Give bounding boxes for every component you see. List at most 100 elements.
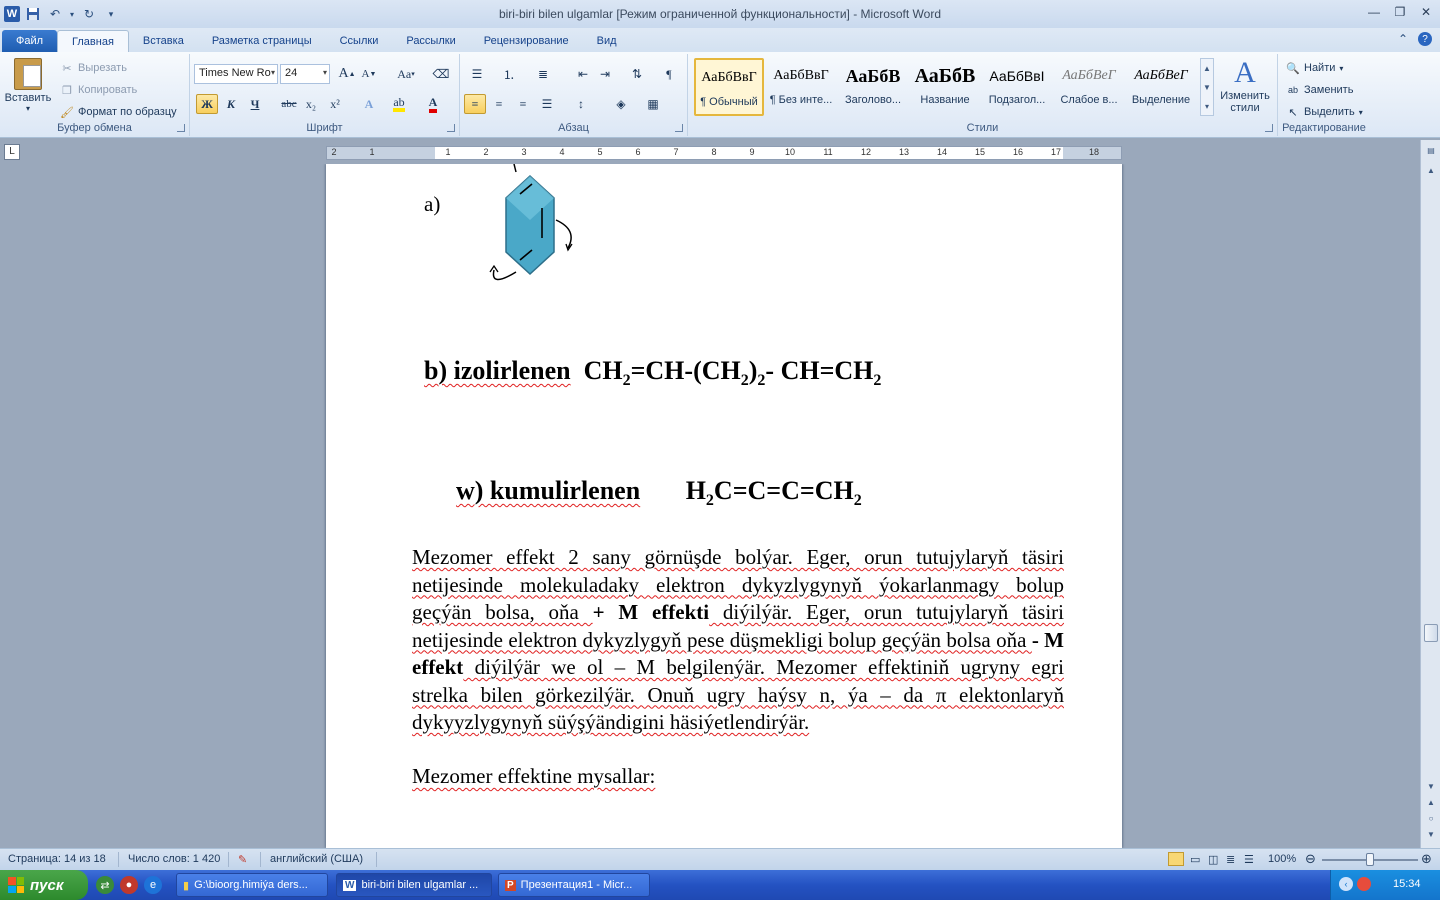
format-painter-button[interactable]: 🖌 Формат по образцу [60, 102, 177, 122]
media-icon[interactable]: ● [120, 876, 138, 894]
zoom-level[interactable]: 100% [1268, 853, 1296, 865]
language-indicator[interactable]: английский (США) [270, 853, 363, 865]
taskbar-item-word[interactable]: Wbiri-biri bilen ulgamlar ... [336, 873, 492, 897]
word-app-icon[interactable]: W [4, 6, 20, 22]
tab-mailings[interactable]: Рассылки [392, 30, 469, 52]
shrink-font-button[interactable]: A ▼ [358, 64, 380, 84]
help-icon[interactable]: ? [1418, 32, 1432, 46]
bold-button[interactable]: Ж [196, 94, 218, 114]
redo-icon[interactable]: ↻ [80, 5, 98, 23]
draft-icon[interactable]: ☰ [1244, 853, 1254, 866]
scroll-down-icon[interactable]: ▼ [1201, 78, 1213, 97]
undo-dropdown-icon[interactable]: ▾ [68, 5, 76, 23]
next-page-icon[interactable]: ▼ [1424, 830, 1438, 844]
style-heading-1[interactable]: АаБбВ Заголово... [838, 58, 908, 116]
previous-page-icon[interactable]: ▲ [1424, 798, 1438, 812]
start-button[interactable]: пуск [0, 870, 88, 900]
justify-icon[interactable]: ☰ [536, 94, 558, 114]
align-center-icon[interactable]: ≡ [488, 94, 510, 114]
replace-button[interactable]: ab Заменить [1286, 80, 1353, 100]
font-color-icon[interactable]: A [422, 94, 444, 114]
style-no-spacing[interactable]: АаБбВвГ ¶ Без инте... [766, 58, 836, 116]
antivirus-icon[interactable] [1357, 877, 1371, 891]
paragraph-launcher-icon[interactable] [675, 124, 683, 132]
tab-home[interactable]: Главная [57, 30, 129, 52]
scroll-thumb[interactable] [1424, 624, 1438, 642]
page-counter[interactable]: Страница: 14 из 18 [8, 853, 106, 865]
undo-icon[interactable]: ↶ [46, 5, 64, 23]
horizontal-ruler[interactable]: 2 1 1 2 3 4 5 6 7 8 9 10 11 12 13 14 15 … [326, 146, 1122, 160]
text-effects-icon[interactable]: A [358, 94, 380, 114]
styles-scroll[interactable]: ▲ ▼ ▾ [1200, 58, 1214, 116]
multilevel-list-icon[interactable]: ≣ [532, 64, 554, 84]
tab-insert[interactable]: Вставка [129, 30, 198, 52]
internet-explorer-icon[interactable]: e [144, 876, 162, 894]
browse-object-icon[interactable]: ○ [1424, 814, 1438, 828]
scroll-up-arrow-icon[interactable]: ▲ [1424, 166, 1438, 180]
shading-icon[interactable]: ◈ [610, 94, 632, 114]
clipboard-launcher-icon[interactable] [177, 124, 185, 132]
network-icon[interactable]: ⇄ [96, 876, 114, 894]
paste-button[interactable]: Вставить ▾ [4, 56, 52, 116]
grow-font-button[interactable]: A ▲ [336, 64, 358, 84]
decrease-indent-icon[interactable]: ⇤ [572, 64, 594, 84]
copy-button[interactable]: ❐ Копировать [60, 80, 137, 100]
align-left-icon[interactable]: ≡ [464, 94, 486, 114]
superscript-button[interactable]: x² [324, 94, 346, 114]
align-right-icon[interactable]: ≡ [512, 94, 534, 114]
clock[interactable]: 15:34 [1393, 878, 1421, 890]
underline-button[interactable]: Ч [244, 94, 266, 114]
styles-launcher-icon[interactable] [1265, 124, 1273, 132]
italic-button[interactable]: К [220, 94, 242, 114]
tab-references[interactable]: Ссылки [326, 30, 393, 52]
bullets-icon[interactable]: ☰ [466, 64, 488, 84]
borders-icon[interactable]: ▦ [642, 94, 664, 114]
outline-icon[interactable]: ≣ [1226, 853, 1235, 866]
change-styles-button[interactable]: A Изменить стили [1216, 56, 1274, 118]
scroll-up-icon[interactable]: ▲ [1201, 59, 1213, 78]
scroll-down-arrow-icon[interactable]: ▼ [1424, 782, 1438, 796]
tab-view[interactable]: Вид [583, 30, 631, 52]
word-count[interactable]: Число слов: 1 420 [128, 853, 220, 865]
vertical-scrollbar[interactable]: ▤ ▲ ▼ ▲ ○ ▼ [1420, 140, 1440, 848]
web-layout-icon[interactable]: ◫ [1208, 853, 1218, 866]
customize-toolbar-icon[interactable]: ▾ [102, 5, 120, 23]
style-normal[interactable]: АаБбВвГ ¶ Обычный [694, 58, 764, 116]
tab-review[interactable]: Рецензирование [470, 30, 583, 52]
zoom-in-icon[interactable]: ⊕ [1421, 851, 1432, 867]
subscript-button[interactable]: x₂ [300, 94, 322, 114]
show-marks-icon[interactable]: ¶ [658, 64, 680, 84]
line-spacing-icon[interactable]: ↕ [570, 94, 592, 114]
increase-indent-icon[interactable]: ⇥ [594, 64, 616, 84]
cut-button[interactable]: ✂ Вырезать [60, 58, 127, 78]
print-layout-icon[interactable] [1168, 852, 1184, 866]
close-icon[interactable]: ✕ [1418, 4, 1434, 20]
more-styles-icon[interactable]: ▾ [1201, 97, 1213, 116]
zoom-slider-thumb[interactable] [1366, 853, 1374, 866]
tab-selector-icon[interactable]: L [4, 144, 20, 160]
document-page[interactable]: a) b) izolirlenen CH2=CH-(CH2)2- CH=CH2 … [326, 164, 1122, 848]
highlight-icon[interactable]: ab [388, 94, 410, 114]
sort-icon[interactable]: ⇅ [626, 64, 648, 84]
style-subtle-emphasis[interactable]: АаБбВеГ Слабое в... [1054, 58, 1124, 116]
full-screen-reading-icon[interactable]: ▭ [1190, 853, 1200, 866]
style-subtitle[interactable]: АаБбВвІ Подзагол... [982, 58, 1052, 116]
style-title[interactable]: АаБбВ Название [910, 58, 980, 116]
ruler-toggle-icon[interactable]: ▤ [1424, 146, 1438, 160]
collapse-ribbon-icon[interactable]: ⌃ [1398, 32, 1408, 46]
restore-icon[interactable]: ❐ [1392, 4, 1408, 20]
tab-file[interactable]: Файл [2, 30, 58, 52]
tab-page-layout[interactable]: Разметка страницы [198, 30, 326, 52]
select-button[interactable]: ↖ Выделить ▾ [1286, 102, 1362, 122]
taskbar-item-folder[interactable]: ▮ G:\bioorg.himiýa ders... [176, 873, 328, 897]
taskbar-item-powerpoint[interactable]: P Презентация1 - Micr... [498, 873, 650, 897]
style-emphasis[interactable]: АаБбВеГ Выделение [1126, 58, 1196, 116]
font-name-input[interactable]: Times New Ro ▾ [194, 64, 278, 84]
show-hidden-icons-icon[interactable]: ‹ [1339, 877, 1353, 891]
find-button[interactable]: 🔍 Найти ▾ [1286, 58, 1343, 78]
numbering-icon[interactable]: ⒈ [498, 64, 520, 84]
change-case-button[interactable]: Aa ▾ [392, 64, 420, 84]
save-icon[interactable] [24, 5, 42, 23]
proofing-icon[interactable]: ✎ [238, 853, 247, 866]
strikethrough-button[interactable]: abc [278, 94, 300, 114]
